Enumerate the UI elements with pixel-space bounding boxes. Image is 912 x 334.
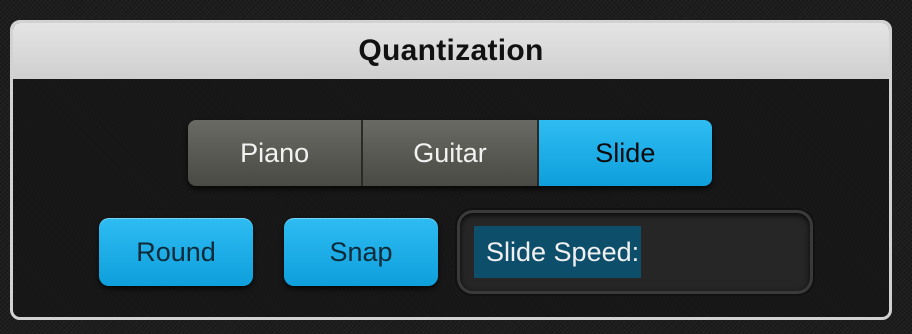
segment-piano[interactable]: Piano bbox=[188, 120, 364, 186]
segment-slide[interactable]: Slide bbox=[538, 120, 712, 186]
slide-speed-slider[interactable]: Slide Speed: bbox=[457, 210, 813, 294]
round-button[interactable]: Round bbox=[99, 218, 253, 286]
quantization-panel: Quantization Piano Guitar Slide Round Sn… bbox=[10, 20, 892, 320]
segment-guitar[interactable]: Guitar bbox=[363, 120, 539, 186]
mode-segmented-control: Piano Guitar Slide bbox=[188, 120, 712, 186]
slide-speed-label: Slide Speed: bbox=[486, 237, 640, 267]
panel-header: Quantization bbox=[13, 23, 889, 79]
snap-button[interactable]: Snap bbox=[284, 218, 438, 286]
panel-title: Quantization bbox=[358, 34, 544, 67]
